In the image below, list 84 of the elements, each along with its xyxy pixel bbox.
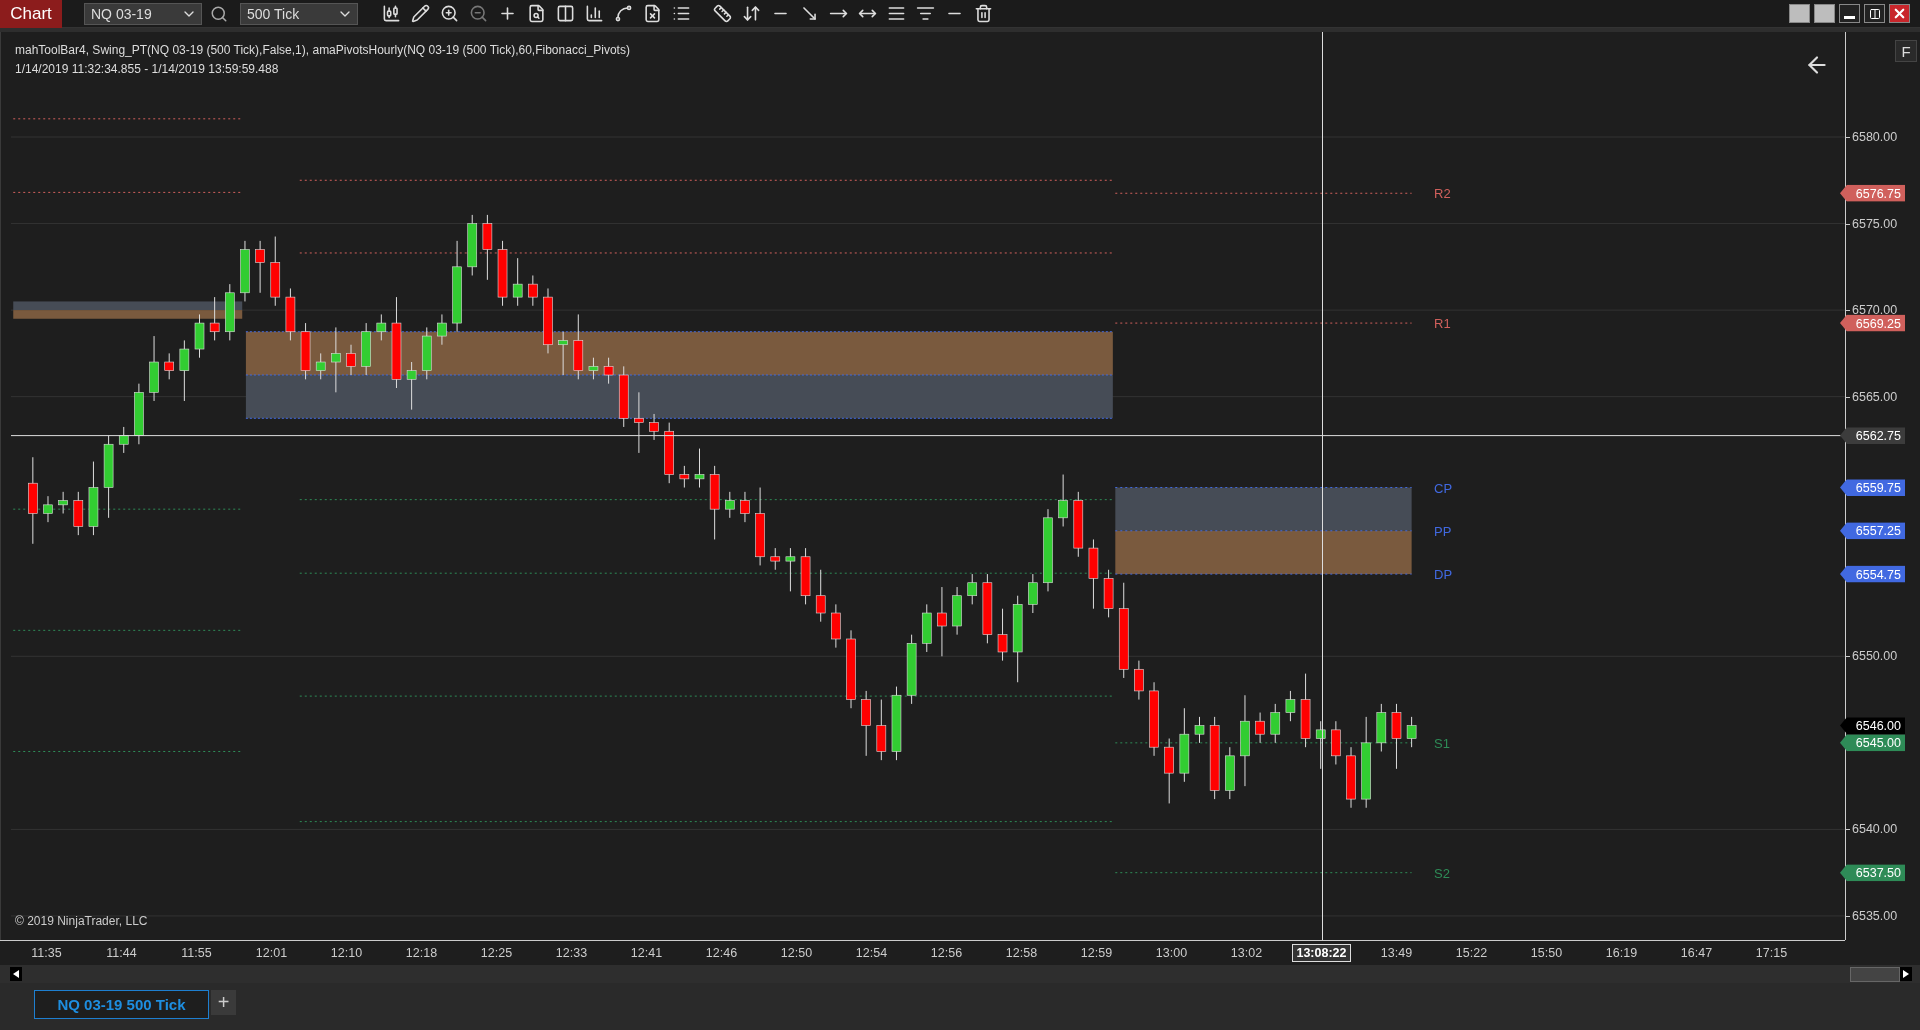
zoom-in-icon[interactable] [440, 4, 459, 23]
time-label: 12:33 [555, 946, 588, 960]
trash-icon[interactable] [974, 4, 993, 23]
price-label: 6565.00 [1852, 389, 1898, 404]
time-label: 12:18 [405, 946, 438, 960]
time-label: 12:50 [780, 946, 813, 960]
interval-dropdown[interactable]: 500 Tick [240, 2, 358, 25]
pivot-label: R1 [1434, 315, 1451, 331]
close-icon [1892, 6, 1907, 21]
crosshair-price-tag: 6562.75 [1840, 427, 1905, 445]
time-label: 12:58 [1005, 946, 1038, 960]
price-tag: 6569.25 [1840, 314, 1905, 332]
last-price-tag: 6546.00 [1840, 717, 1905, 735]
f-button[interactable]: F [1895, 40, 1917, 62]
price-label: 6580.00 [1852, 130, 1898, 144]
pivot-label: S2 [1434, 865, 1450, 881]
diagonal-arrow-icon[interactable] [800, 4, 819, 23]
time-label: 13:49 [1380, 946, 1413, 960]
price-tag: 6545.00 [1840, 734, 1905, 752]
time-label: 12:54 [855, 946, 888, 960]
scroll-right-button[interactable] [1900, 967, 1912, 981]
price-label: 6550.00 [1852, 649, 1898, 664]
left-triangle-icon [13, 970, 19, 978]
pivot-label: CP [1434, 480, 1453, 495]
file-search-icon[interactable] [527, 4, 546, 23]
time-label: 12:56 [930, 946, 963, 960]
time-label: 12:10 [330, 946, 363, 960]
time-label: 16:47 [1680, 946, 1713, 960]
time-label: 11:35 [31, 946, 62, 960]
horizontal-lines-icon[interactable] [887, 4, 906, 23]
list-filter-icon[interactable] [916, 4, 935, 23]
time-label: 15:50 [1530, 946, 1563, 960]
time-label: 12:59 [1080, 946, 1113, 960]
price-label: 6540.00 [1852, 822, 1898, 837]
time-label: 11:44 [106, 946, 137, 960]
window-title: Chart [0, 0, 62, 28]
price-tag: 6576.75 [1840, 184, 1905, 202]
panels-icon[interactable] [556, 4, 575, 23]
indicator-list: mahToolBar4, Swing_PT(NQ 03-19 (500 Tick),False,1), amaPivotsHourly(NQ 03-19 (500 Tick),60,Fibonacci_Pivots) [15, 43, 630, 57]
time-label: 12:41 [630, 946, 663, 960]
price-tag: 6537.50 [1840, 864, 1905, 882]
time-label: 13:02 [1230, 946, 1263, 960]
pivot-label: R2 [1434, 185, 1451, 201]
pencil-icon[interactable] [411, 4, 430, 23]
time-label: 12:46 [705, 946, 738, 960]
instrument-dropdown[interactable]: NQ 03-19 [84, 2, 202, 25]
minimize-icon [1844, 16, 1855, 19]
price-tag: 6559.75 [1840, 479, 1905, 496]
time-label: 12:25 [480, 946, 513, 960]
price-tag: 6554.75 [1840, 565, 1905, 583]
pivot-label: PP [1434, 523, 1452, 539]
pivot-label: S1 [1434, 735, 1450, 751]
search-icon[interactable] [210, 4, 228, 23]
add-tab-button[interactable]: + [211, 990, 236, 1015]
close-button[interactable] [1889, 4, 1910, 23]
scroll-left-button[interactable] [10, 967, 22, 981]
price-label: 6535.00 [1852, 908, 1898, 923]
copyright-text: © 2019 NinjaTrader, LLC [15, 914, 148, 928]
time-label: 13:00 [1155, 946, 1188, 960]
restore-button[interactable] [1864, 4, 1885, 23]
scroll-thumb[interactable] [1850, 966, 1900, 982]
ruler-icon[interactable] [713, 4, 732, 23]
restore-icon [1868, 7, 1881, 20]
time-label: 16:19 [1605, 946, 1638, 960]
bar-chart-icon[interactable] [585, 4, 604, 23]
crosshair-time-label: 13:08:22 [1292, 944, 1351, 962]
date-range: 1/14/2019 11:32:34.855 - 1/14/2019 13:59:59.488 [15, 62, 280, 76]
time-label: 17:15 [1755, 946, 1788, 960]
time-label: 15:22 [1455, 946, 1488, 960]
candlestick-icon[interactable] [382, 4, 401, 23]
time-label: 11:55 [181, 946, 212, 960]
line-chart-icon[interactable] [614, 4, 633, 23]
zoom-out-icon[interactable] [469, 4, 488, 23]
minimize-button[interactable] [1839, 4, 1860, 23]
list-icon[interactable] [672, 4, 691, 23]
crosshair-icon[interactable] [498, 4, 517, 23]
price-tag: 6557.25 [1840, 522, 1905, 540]
pivot-label: DP [1434, 566, 1453, 582]
up-down-arrows-icon[interactable] [742, 4, 761, 23]
right-triangle-icon [1903, 970, 1909, 978]
time-label: 12:01 [255, 946, 288, 960]
file-x-icon[interactable] [643, 4, 662, 23]
price-label: 6575.00 [1852, 216, 1898, 231]
chart-tab[interactable]: NQ 03-19 500 Tick [34, 990, 209, 1019]
